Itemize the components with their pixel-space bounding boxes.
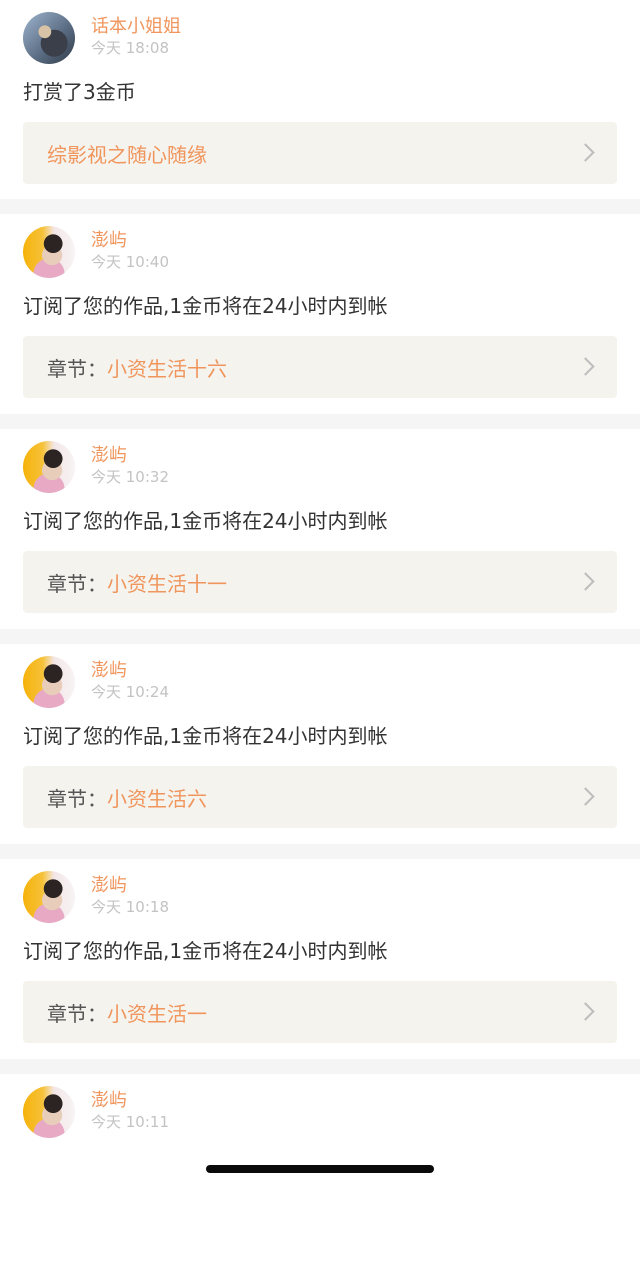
notification-message: 订阅了您的作品,1金币将在24小时内到帐 bbox=[23, 294, 388, 318]
username[interactable]: 话本小姐姐 bbox=[91, 15, 181, 39]
chevron-right-icon bbox=[576, 572, 595, 591]
avatar[interactable] bbox=[23, 871, 75, 923]
notification-card: 澎屿 今天 10:32 订阅了您的作品,1金币将在24小时内到帐 章节： 小资生… bbox=[0, 429, 640, 629]
link-title: 综影视之随心随缘 bbox=[47, 142, 207, 167]
chevron-right-icon bbox=[576, 1002, 595, 1021]
timestamp: 今天 10:18 bbox=[91, 898, 169, 916]
username[interactable]: 澎屿 bbox=[91, 659, 127, 683]
notification-card: 话本小姐姐 今天 18:08 打赏了3金币 综影视之随心随缘 bbox=[0, 0, 640, 199]
home-indicator[interactable] bbox=[206, 1165, 434, 1173]
timestamp: 今天 10:40 bbox=[91, 253, 169, 271]
card-header: 澎屿 今天 10:32 bbox=[23, 429, 617, 493]
link-prefix: 章节： bbox=[47, 786, 107, 811]
link-prefix: 章节： bbox=[47, 1001, 107, 1026]
notification-message: 订阅了您的作品,1金币将在24小时内到帐 bbox=[23, 939, 388, 963]
link-title: 小资生活十六 bbox=[107, 356, 227, 381]
notification-feed: 话本小姐姐 今天 18:08 打赏了3金币 综影视之随心随缘 澎屿 今天 10:… bbox=[0, 0, 640, 1274]
notification-card: 澎屿 今天 10:40 订阅了您的作品,1金币将在24小时内到帐 章节： 小资生… bbox=[0, 214, 640, 414]
avatar[interactable] bbox=[23, 12, 75, 64]
notification-message: 订阅了您的作品,1金币将在24小时内到帐 bbox=[23, 509, 388, 533]
username[interactable]: 澎屿 bbox=[91, 229, 127, 253]
divider bbox=[0, 629, 640, 644]
chapter-link[interactable]: 章节： 小资生活十一 bbox=[23, 551, 617, 613]
timestamp: 今天 10:24 bbox=[91, 683, 169, 701]
chevron-right-icon bbox=[576, 787, 595, 806]
divider bbox=[0, 199, 640, 214]
work-link[interactable]: 综影视之随心随缘 bbox=[23, 122, 617, 184]
chapter-link[interactable]: 章节： 小资生活一 bbox=[23, 981, 617, 1043]
timestamp: 今天 18:08 bbox=[91, 39, 169, 57]
divider bbox=[0, 844, 640, 859]
avatar[interactable] bbox=[23, 1086, 75, 1138]
chevron-right-icon bbox=[576, 357, 595, 376]
card-header: 澎屿 今天 10:18 bbox=[23, 859, 617, 923]
card-header: 澎屿 今天 10:24 bbox=[23, 644, 617, 708]
timestamp: 今天 10:32 bbox=[91, 468, 169, 486]
timestamp: 今天 10:11 bbox=[91, 1113, 169, 1131]
divider bbox=[0, 414, 640, 429]
notification-card: 澎屿 今天 10:11 bbox=[0, 1074, 640, 1274]
divider bbox=[0, 1059, 640, 1074]
avatar[interactable] bbox=[23, 656, 75, 708]
link-title: 小资生活一 bbox=[107, 1001, 207, 1026]
card-header: 话本小姐姐 今天 18:08 bbox=[23, 0, 617, 64]
link-title: 小资生活十一 bbox=[107, 571, 227, 596]
notification-card: 澎屿 今天 10:24 订阅了您的作品,1金币将在24小时内到帐 章节： 小资生… bbox=[0, 644, 640, 844]
username[interactable]: 澎屿 bbox=[91, 1089, 127, 1113]
card-header: 澎屿 今天 10:40 bbox=[23, 214, 617, 278]
notification-card: 澎屿 今天 10:18 订阅了您的作品,1金币将在24小时内到帐 章节： 小资生… bbox=[0, 859, 640, 1059]
link-prefix: 章节： bbox=[47, 571, 107, 596]
link-prefix: 章节： bbox=[47, 356, 107, 381]
username[interactable]: 澎屿 bbox=[91, 444, 127, 468]
avatar[interactable] bbox=[23, 226, 75, 278]
link-title: 小资生活六 bbox=[107, 786, 207, 811]
chevron-right-icon bbox=[576, 143, 595, 162]
notification-message: 打赏了3金币 bbox=[23, 80, 136, 104]
notification-message: 订阅了您的作品,1金币将在24小时内到帐 bbox=[23, 724, 388, 748]
username[interactable]: 澎屿 bbox=[91, 874, 127, 898]
avatar[interactable] bbox=[23, 441, 75, 493]
chapter-link[interactable]: 章节： 小资生活十六 bbox=[23, 336, 617, 398]
chapter-link[interactable]: 章节： 小资生活六 bbox=[23, 766, 617, 828]
card-header: 澎屿 今天 10:11 bbox=[23, 1074, 617, 1138]
